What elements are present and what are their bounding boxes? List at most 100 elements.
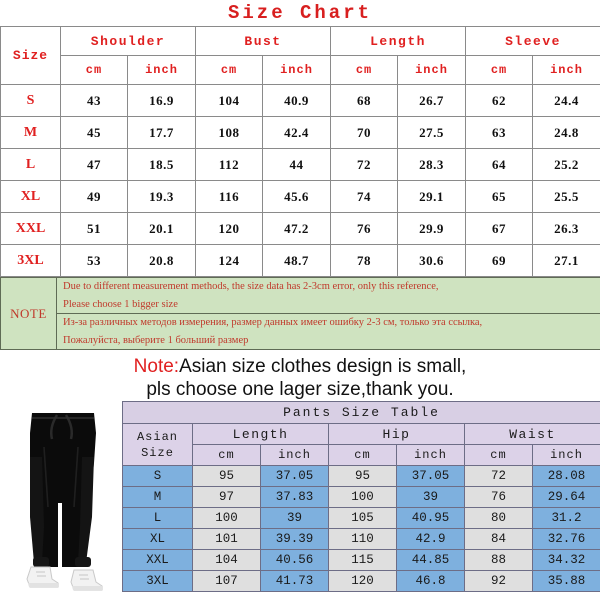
shirt-size-table: Size Shoulder Bust Length Sleeve cm inch… — [0, 26, 600, 277]
pants-cell: 80 — [464, 507, 533, 529]
shirt-cell: 26.3 — [532, 212, 600, 245]
shirt-cell: 64 — [465, 148, 534, 181]
shirt-cell: 124 — [195, 244, 264, 277]
pants-group-header-waist: Waist — [464, 423, 600, 445]
pants-size-header-line-1: Asian — [136, 429, 178, 444]
table-row: S 43 16.9 104 40.9 68 26.7 62 24.4 — [0, 84, 600, 117]
pants-cell: 88 — [464, 549, 533, 571]
table-row: 3XL 53 20.8 124 48.7 78 30.6 69 27.1 — [0, 244, 600, 277]
pants-cell: 40.56 — [260, 549, 329, 571]
pants-cell: 39 — [260, 507, 329, 529]
pants-cell: 101 — [192, 528, 261, 550]
shirt-cell: 70 — [330, 116, 399, 149]
page-title: Size Chart — [0, 0, 600, 26]
table-row: M 45 17.7 108 42.4 70 27.5 63 24.8 — [0, 116, 600, 149]
note-english-line-2: Please choose 1 bigger size — [63, 298, 178, 310]
table-row: M 97 37.83 100 39 76 29.64 — [122, 486, 600, 508]
pants-cell: 46.8 — [396, 570, 465, 592]
shirt-group-header-shoulder: Shoulder — [59, 26, 197, 56]
shirt-row-size: M — [0, 116, 61, 149]
shirt-cell: 62 — [465, 84, 534, 117]
shirt-unit-header: inch — [532, 55, 600, 85]
shirt-cell: 29.9 — [397, 212, 467, 245]
note-label: NOTE — [0, 277, 57, 350]
pants-row-size: M — [122, 486, 193, 508]
shirt-cell: 47 — [60, 148, 128, 181]
pants-cell: 120 — [328, 570, 397, 592]
note-russian-cell: Из-за различных методов измерения, разме… — [56, 313, 600, 350]
shirt-unit-header: inch — [397, 55, 467, 85]
shirt-cell: 27.5 — [397, 116, 467, 149]
pants-cell: 37.05 — [260, 465, 329, 487]
table-row: L 100 39 105 40.95 80 31.2 — [122, 507, 600, 529]
pants-size-column-header: Asian Size — [122, 423, 193, 466]
shirt-cell: 67 — [465, 212, 534, 245]
pants-cell: 34.32 — [532, 549, 600, 571]
pants-cell: 32.76 — [532, 528, 600, 550]
shirt-cell: 45.6 — [262, 180, 332, 213]
asian-note-text-1: Asian size clothes design is small, — [179, 356, 467, 377]
shirt-cell: 43 — [60, 84, 128, 117]
shirt-cell: 47.2 — [262, 212, 332, 245]
pants-row-size: 3XL — [122, 570, 193, 592]
shirt-cell: 68 — [330, 84, 399, 117]
shirt-cell: 49 — [60, 180, 128, 213]
shirt-cell: 20.8 — [126, 244, 197, 277]
asian-note-prefix: Note: — [133, 356, 180, 377]
pants-row-size: XXL — [122, 549, 193, 571]
pants-table-title-row: Pants Size Table — [122, 401, 600, 424]
lower-section: Pants Size Table Asian Size Length Hip W… — [0, 401, 600, 593]
pants-cell: 105 — [328, 507, 397, 529]
pants-cell: 107 — [192, 570, 261, 592]
pants-group-header-length: Length — [192, 423, 329, 445]
pants-cell: 115 — [328, 549, 397, 571]
pants-cell: 37.05 — [396, 465, 465, 487]
shirt-cell: 53 — [60, 244, 128, 277]
pants-unit-header: inch — [260, 444, 329, 466]
shirt-cell: 74 — [330, 180, 399, 213]
pants-cell: 28.08 — [532, 465, 600, 487]
pants-cell: 29.64 — [532, 486, 600, 508]
shirt-cell: 120 — [195, 212, 264, 245]
shirt-cell: 26.7 — [397, 84, 467, 117]
pants-unit-header: inch — [396, 444, 465, 466]
shirt-cell: 63 — [465, 116, 534, 149]
shirt-row-size: L — [0, 148, 61, 181]
shirt-unit-header: inch — [126, 55, 197, 85]
shirt-cell: 44 — [262, 148, 332, 181]
pants-unit-header: cm — [464, 444, 533, 466]
pants-cell: 76 — [464, 486, 533, 508]
table-row: XXL 104 40.56 115 44.85 88 34.32 — [122, 549, 600, 571]
shirt-row-size: S — [0, 84, 61, 117]
shirt-cell: 78 — [330, 244, 399, 277]
shirt-cell: 45 — [60, 116, 128, 149]
table-row: XXL 51 20.1 120 47.2 76 29.9 67 26.3 — [0, 212, 600, 245]
shirt-cell: 24.8 — [532, 116, 600, 149]
table-row: L 47 18.5 112 44 72 28.3 64 25.2 — [0, 148, 600, 181]
pants-unit-header: inch — [532, 444, 600, 466]
shirt-cell: 28.3 — [397, 148, 467, 181]
pants-cell: 72 — [464, 465, 533, 487]
shirt-cell: 30.6 — [397, 244, 467, 277]
shirt-unit-header: cm — [330, 55, 399, 85]
shirt-cell: 19.3 — [126, 180, 197, 213]
shirt-table-group-header-row: Size Shoulder Bust Length Sleeve — [0, 26, 600, 85]
pants-size-table: Pants Size Table Asian Size Length Hip W… — [122, 401, 600, 592]
pants-cell: 35.88 — [532, 570, 600, 592]
shirt-size-column-header: Size — [0, 26, 61, 85]
pants-cell: 100 — [192, 507, 261, 529]
pants-cell: 42.9 — [396, 528, 465, 550]
shirt-cell: 72 — [330, 148, 399, 181]
table-row: S 95 37.05 95 37.05 72 28.08 — [122, 465, 600, 487]
pants-cell: 104 — [192, 549, 261, 571]
pants-cell: 39.39 — [260, 528, 329, 550]
pants-cell: 100 — [328, 486, 397, 508]
pants-cell: 37.83 — [260, 486, 329, 508]
pants-table-title: Pants Size Table — [122, 401, 600, 424]
shirt-unit-header: cm — [465, 55, 534, 85]
asian-note-line-1: Note:Asian size clothes design is small, — [0, 355, 600, 378]
shirt-row-size: XL — [0, 180, 61, 213]
black-jogger-pants-illustration — [8, 407, 118, 593]
shirt-row-size: XXL — [0, 212, 61, 245]
shirt-cell: 27.1 — [532, 244, 600, 277]
